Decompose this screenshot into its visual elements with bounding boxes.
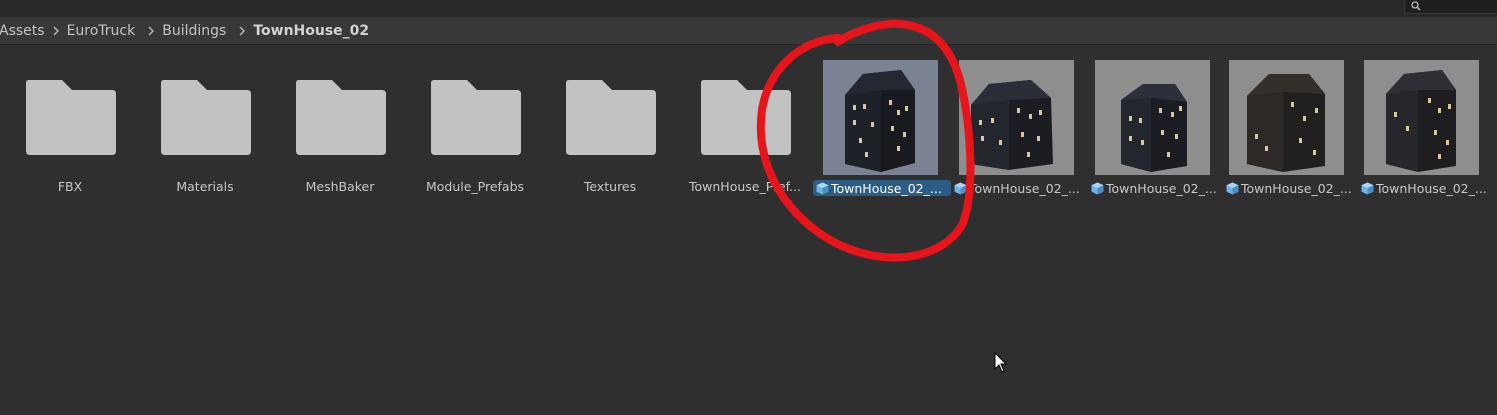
chevron-right-icon (143, 26, 159, 36)
folder-item[interactable]: Module_Prefabs (410, 56, 540, 206)
prefab-name: TownHouse_02_... (1241, 180, 1352, 196)
folder-label: FBX (57, 179, 83, 194)
breadcrumb-assets[interactable]: Assets (0, 23, 45, 39)
prefab-item[interactable]: TownHouse_02_... (1083, 56, 1223, 206)
prefab-name: TownHouse_02_... (1106, 180, 1217, 196)
prefab-item[interactable]: TownHouse_02_... (1352, 56, 1492, 206)
breadcrumb-eurotruck[interactable]: EuroTruck (67, 23, 136, 39)
prefab-name: TownHouse_02_... (969, 180, 1080, 196)
prefab-label: TownHouse_02_... (813, 180, 951, 196)
chevron-right-icon (48, 26, 64, 36)
folder-icon (701, 80, 791, 155)
chevron-right-icon (234, 26, 250, 36)
building-icon (1247, 74, 1325, 172)
mouse-cursor-icon (994, 352, 1008, 373)
prefab-item[interactable]: TownHouse_02_... (947, 56, 1087, 206)
folder-item[interactable]: TownHouse_Pref... (680, 56, 810, 206)
prefab-thumbnail (1229, 60, 1344, 175)
folder-item[interactable]: FBX (5, 56, 135, 206)
prefab-label: TownHouse_02_... (951, 180, 1089, 196)
prefab-thumbnail (959, 60, 1074, 175)
prefab-thumbnail (823, 60, 938, 175)
prefab-label: TownHouse_02_... (1088, 180, 1226, 196)
search-field[interactable] (1404, 0, 1497, 14)
folder-icon (566, 80, 656, 155)
folder-label: MeshBaker (305, 179, 375, 194)
search-icon (1411, 1, 1421, 11)
folder-item[interactable]: Materials (140, 56, 270, 206)
breadcrumb-townhouse-02[interactable]: TownHouse_02 (253, 23, 369, 39)
building-icon (845, 70, 915, 172)
prefab-thumbnail (1095, 60, 1210, 175)
prefab-item[interactable]: TownHouse_02_... (811, 56, 951, 206)
building-icon (1121, 84, 1187, 172)
prefab-name: TownHouse_02_... (1376, 180, 1487, 196)
building-icon (1386, 70, 1456, 172)
prefab-label: TownHouse_02_... (1358, 180, 1496, 196)
asset-grid: FBX Materials MeshBaker Module_Prefabs T… (0, 56, 1497, 216)
prefab-item[interactable]: TownHouse_02_... (1217, 56, 1357, 206)
folder-label: Module_Prefabs (425, 179, 525, 194)
top-toolbar (0, 0, 1497, 17)
prefab-cube-icon (1226, 182, 1239, 194)
folder-icon (26, 80, 116, 155)
prefab-name: TownHouse_02_... (831, 180, 942, 196)
prefab-cube-icon (1361, 182, 1374, 194)
prefab-cube-icon (1091, 182, 1104, 194)
building-icon (971, 80, 1053, 170)
prefab-label: TownHouse_02_... (1223, 180, 1361, 196)
prefab-cube-icon (954, 182, 967, 194)
folder-icon (431, 80, 521, 155)
breadcrumb: Assets EuroTruck Buildings TownHouse_02 (0, 18, 1497, 45)
prefab-thumbnail (1364, 60, 1479, 175)
folder-icon (296, 80, 386, 155)
prefab-cube-icon (816, 182, 829, 194)
folder-label: TownHouse_Pref... (688, 179, 801, 194)
breadcrumb-buildings[interactable]: Buildings (162, 23, 226, 39)
folder-icon (161, 80, 251, 155)
folder-item[interactable]: MeshBaker (275, 56, 405, 206)
folder-label: Textures (583, 179, 637, 194)
folder-label: Materials (176, 179, 234, 194)
folder-item[interactable]: Textures (545, 56, 675, 206)
